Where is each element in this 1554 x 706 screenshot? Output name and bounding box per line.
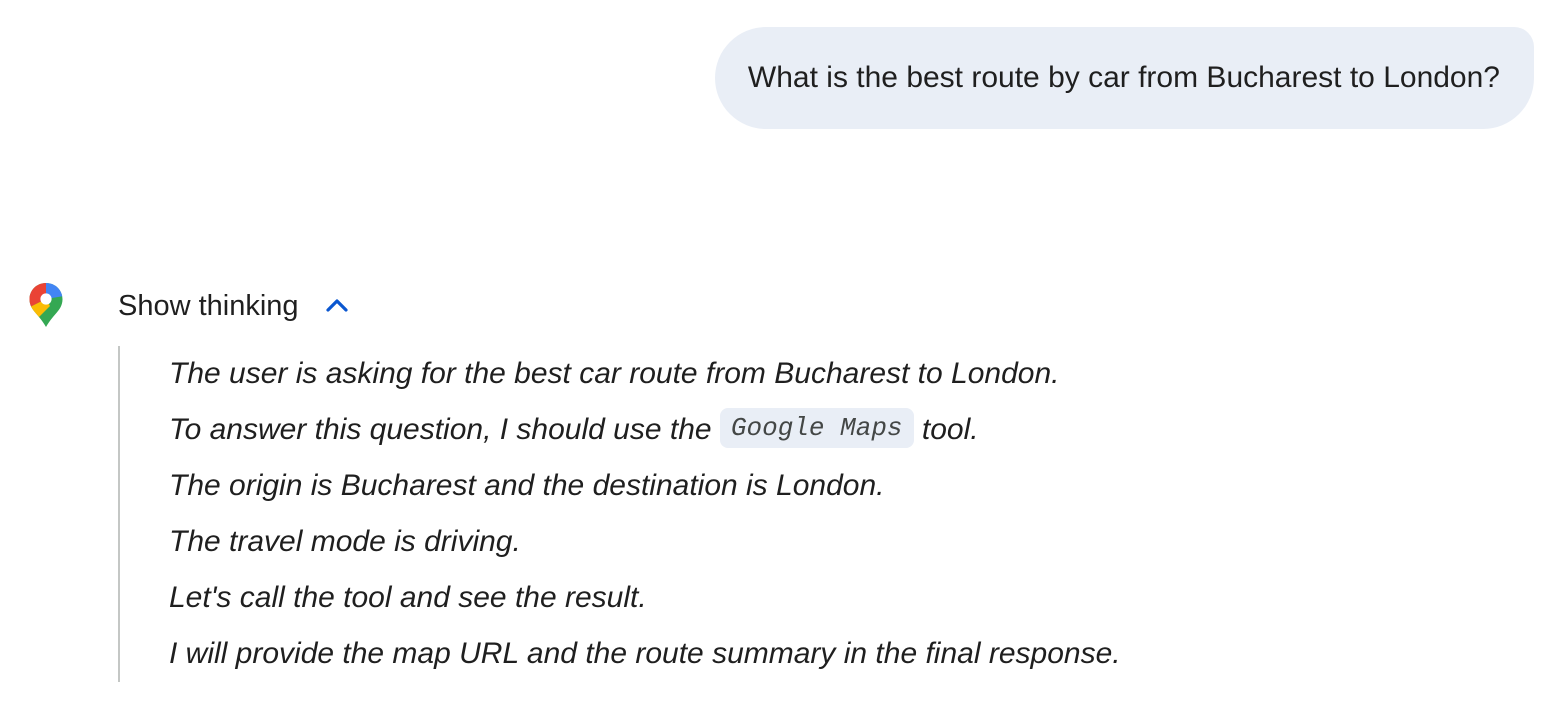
thinking-line: Let's call the tool and see the result. (169, 581, 647, 614)
chevron-up-icon[interactable] (323, 292, 351, 320)
google-maps-pin-icon (28, 282, 64, 328)
show-thinking-label: Show thinking (118, 289, 299, 322)
thinking-line: The travel mode is driving. (169, 525, 521, 558)
thinking-line: I will provide the map URL and the route… (169, 637, 1121, 670)
thinking-text: To answer this question, I should use th… (169, 413, 720, 446)
chat-page: What is the best route by car from Bucha… (0, 0, 1554, 706)
tool-name-code: Google Maps (719, 408, 914, 449)
thinking-content: The user is asking for the best car rout… (118, 346, 1121, 682)
thinking-line: To answer this question, I should use th… (169, 402, 1121, 458)
thinking-lines: The user is asking for the best car rout… (120, 346, 1121, 682)
user-message-bubble: What is the best route by car from Bucha… (714, 27, 1534, 129)
thinking-line: The user is asking for the best car rout… (169, 357, 1060, 390)
thinking-line: The origin is Bucharest and the destinat… (169, 469, 885, 502)
thinking-text: tool. (913, 413, 979, 446)
show-thinking-toggle[interactable]: Show thinking (118, 285, 351, 327)
user-message-text: What is the best route by car from Bucha… (747, 61, 1500, 94)
